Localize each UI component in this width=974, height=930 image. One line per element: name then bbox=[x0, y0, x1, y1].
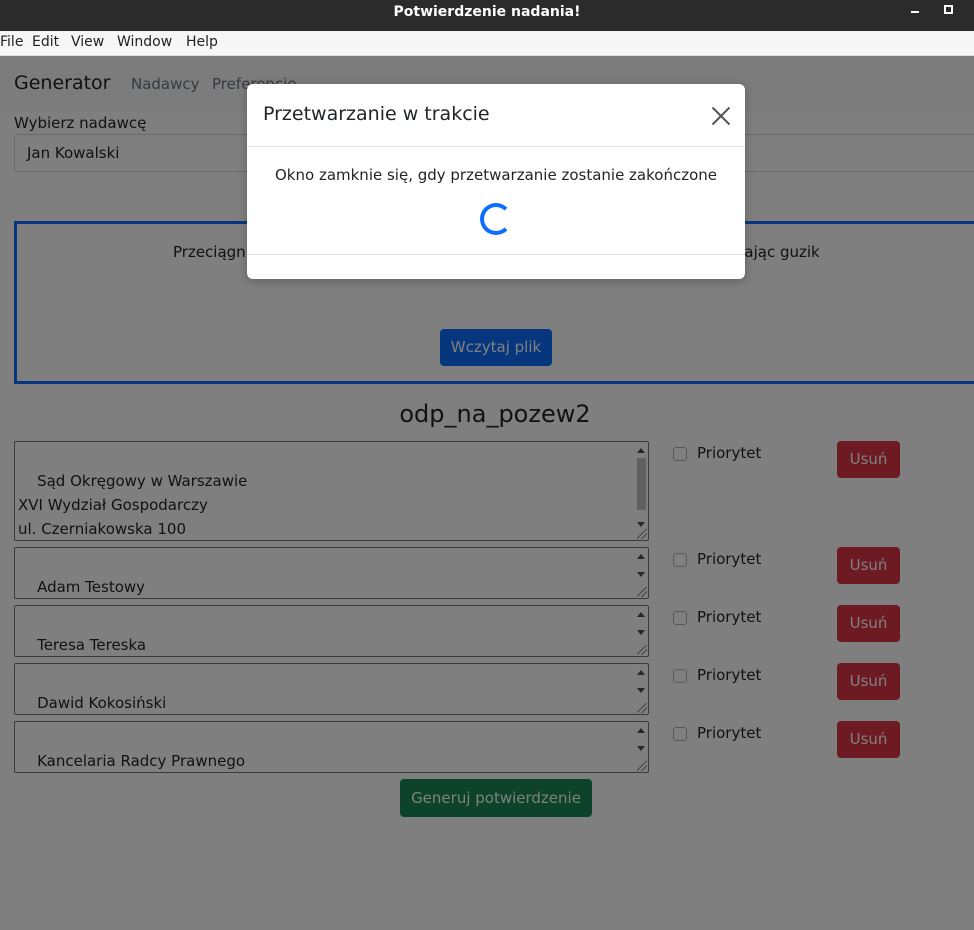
loading-spinner-icon bbox=[480, 203, 512, 235]
menu-view[interactable]: View bbox=[71, 34, 104, 50]
menu-help[interactable]: Help bbox=[186, 34, 218, 50]
maximize-icon[interactable] bbox=[944, 5, 953, 14]
minimize-icon[interactable] bbox=[908, 4, 922, 18]
modal-footer bbox=[247, 254, 745, 255]
modal-header: Przetwarzanie w trakcie bbox=[247, 84, 745, 147]
menu-edit[interactable]: Edit bbox=[32, 34, 59, 50]
window-title: Potwierdzenie nadania! bbox=[393, 4, 581, 20]
window-titlebar: Potwierdzenie nadania! bbox=[0, 0, 974, 31]
menu-window[interactable]: Window bbox=[117, 34, 172, 50]
close-icon[interactable] bbox=[711, 106, 731, 126]
modal-title: Przetwarzanie w trakcie bbox=[263, 103, 490, 125]
processing-modal: Przetwarzanie w trakcie Okno zamknie się… bbox=[247, 84, 745, 279]
menu-bar: File Edit View Window Help bbox=[0, 31, 974, 56]
menu-file[interactable]: File bbox=[0, 34, 23, 50]
modal-message: Okno zamknie się, gdy przetwarzanie zost… bbox=[275, 166, 717, 184]
